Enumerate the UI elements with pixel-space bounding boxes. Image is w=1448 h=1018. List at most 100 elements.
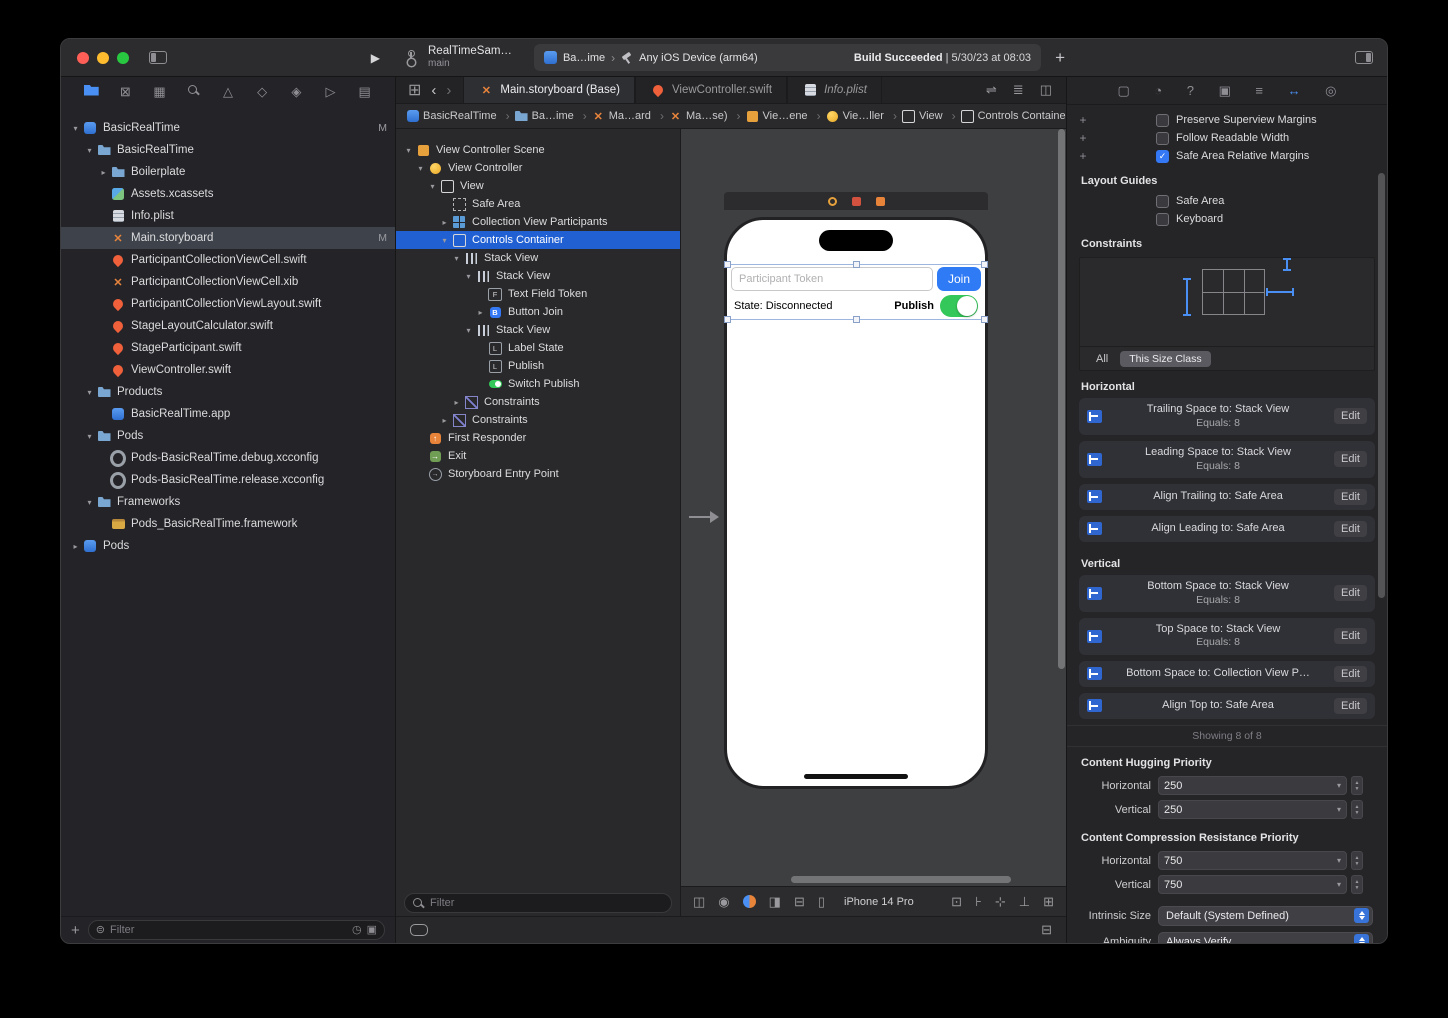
- constraints-diagram-area[interactable]: [1080, 258, 1374, 346]
- outline-item[interactable]: Constraints: [396, 411, 680, 429]
- disclosure-triangle[interactable]: [69, 542, 82, 551]
- selection-handle[interactable]: [853, 316, 860, 323]
- controls-container-view[interactable]: Join State: Disconnected Publish: [727, 264, 985, 320]
- device-icon[interactable]: ▯: [818, 894, 825, 910]
- horizontal-hugging-field[interactable]: 250▾: [1158, 776, 1347, 795]
- file-tree-item[interactable]: ParticipantCollectionViewCell.xib: [61, 271, 395, 293]
- participant-token-field[interactable]: [731, 267, 933, 291]
- report-navigator-icon[interactable]: ▤: [355, 85, 375, 98]
- outline-item[interactable]: Text Field Token: [396, 285, 680, 303]
- constraint-row[interactable]: Bottom Space to: Stack ViewEquals: 8Edit: [1079, 575, 1375, 612]
- add-file-button[interactable]: +: [71, 922, 80, 939]
- minimize-button[interactable]: [97, 52, 109, 64]
- appearance-icon[interactable]: [743, 895, 756, 908]
- stepper-control[interactable]: ▲▼: [1351, 875, 1363, 894]
- add-constraints-icon[interactable]: ⊹: [995, 894, 1006, 910]
- jumpbar-item[interactable]: Ma…ard: [592, 109, 669, 123]
- file-tree-item[interactable]: BasicRealTimeM: [61, 117, 395, 139]
- device-bezels-toggle-icon[interactable]: [410, 924, 428, 936]
- connections-inspector-icon[interactable]: ◎: [1325, 83, 1336, 99]
- outline-item[interactable]: Exit: [396, 447, 680, 465]
- vertical-hugging-field[interactable]: 250▾: [1158, 800, 1347, 819]
- outline-item[interactable]: Storyboard Entry Point: [396, 465, 680, 483]
- stepper-control[interactable]: ▲▼: [1351, 776, 1363, 795]
- forward-button[interactable]: ›: [446, 82, 451, 99]
- debug-navigator-icon[interactable]: ◈: [286, 85, 306, 98]
- file-tree-item[interactable]: Pods-BasicRealTime.debug.xcconfig: [61, 447, 395, 469]
- activity-view[interactable]: Ba…ime › Any iOS Device (arm64) Build Su…: [534, 44, 1041, 71]
- disclosure-triangle[interactable]: [438, 236, 451, 245]
- orientation-icon[interactable]: ◨: [769, 894, 781, 910]
- constraint-row[interactable]: Align Leading to: Safe AreaEdit: [1079, 516, 1375, 542]
- file-tree-item[interactable]: BasicRealTime: [61, 139, 395, 161]
- code-review-icon[interactable]: ⇌: [986, 82, 997, 98]
- outline-item[interactable]: View Controller: [396, 159, 680, 177]
- disclosure-triangle[interactable]: [426, 182, 439, 191]
- constraint-row[interactable]: Leading Space to: Stack ViewEquals: 8Edi…: [1079, 441, 1375, 478]
- outline-filter-input[interactable]: [430, 897, 664, 909]
- disclosure-triangle[interactable]: [438, 218, 451, 227]
- outline-item-selected[interactable]: Controls Container: [396, 231, 680, 249]
- navigator-filter-field[interactable]: ⊜ ◷ ▣: [88, 920, 385, 940]
- constraint-row[interactable]: Align Top to: Safe AreaEdit: [1079, 693, 1375, 719]
- disclosure-triangle[interactable]: [83, 146, 96, 155]
- file-inspector-icon[interactable]: ▢: [1118, 83, 1130, 99]
- outline-item[interactable]: Label State: [396, 339, 680, 357]
- flagged-filter-icon[interactable]: ▣: [367, 925, 377, 936]
- outline-item[interactable]: Button Join: [396, 303, 680, 321]
- disclosure-triangle[interactable]: [83, 432, 96, 441]
- preserve-superview-margins-checkbox[interactable]: ✓: [1156, 114, 1169, 127]
- edit-button[interactable]: Edit: [1334, 698, 1367, 714]
- file-tree-item-selected[interactable]: Main.storyboardM: [61, 227, 395, 249]
- selection-handle[interactable]: [724, 316, 731, 323]
- disclosure-triangle[interactable]: [462, 272, 475, 281]
- constraint-row[interactable]: Bottom Space to: Collection View P…Edit: [1079, 661, 1375, 687]
- tab-info-plist[interactable]: Info.plist: [787, 77, 882, 103]
- disclosure-triangle[interactable]: [83, 498, 96, 507]
- disclosure-triangle[interactable]: [97, 168, 110, 177]
- add-variation-icon[interactable]: +: [1073, 113, 1093, 127]
- edit-button[interactable]: Edit: [1334, 585, 1367, 601]
- jumpbar-item[interactable]: Ba…ime: [515, 109, 592, 123]
- accessibility-icon[interactable]: ◉: [718, 894, 729, 910]
- editor-options-icon[interactable]: ≣: [1013, 82, 1024, 98]
- file-tree-item[interactable]: StageParticipant.swift: [61, 337, 395, 359]
- device-name[interactable]: iPhone 14 Pro: [844, 896, 914, 908]
- intrinsic-size-dropdown[interactable]: Default (System Defined): [1158, 906, 1373, 926]
- outline-item[interactable]: Stack View: [396, 249, 680, 267]
- issue-navigator-icon[interactable]: △: [218, 85, 238, 98]
- file-tree-item[interactable]: Boilerplate: [61, 161, 395, 183]
- selection-handle[interactable]: [981, 261, 988, 268]
- tab-main-storyboard[interactable]: Main.storyboard (Base): [463, 77, 635, 103]
- vertical-scrollbar[interactable]: [1058, 129, 1065, 669]
- file-tree-item[interactable]: Pods: [61, 425, 395, 447]
- outline-toggle-icon[interactable]: ◫: [693, 894, 705, 910]
- tab-viewcontroller-swift[interactable]: ViewController.swift: [635, 77, 787, 103]
- jumpbar-item[interactable]: Vie…ene: [746, 109, 826, 123]
- size-class-all-tab[interactable]: All: [1096, 353, 1108, 365]
- outline-item[interactable]: View Controller Scene: [396, 141, 680, 159]
- quick-help-inspector-icon[interactable]: ?: [1187, 83, 1194, 98]
- add-variation-icon[interactable]: +: [1073, 149, 1093, 163]
- adaptation-icon[interactable]: ⊟: [794, 894, 805, 910]
- disclosure-triangle[interactable]: [474, 308, 487, 317]
- constraint-ibeam[interactable]: [1286, 258, 1288, 271]
- breakpoint-navigator-icon[interactable]: ▷: [321, 85, 341, 98]
- add-variation-icon[interactable]: +: [1073, 131, 1093, 145]
- run-button[interactable]: ▶: [371, 51, 380, 65]
- jumpbar-item[interactable]: View: [902, 109, 961, 123]
- file-tree-item[interactable]: StageLayoutCalculator.swift: [61, 315, 395, 337]
- disclosure-triangle[interactable]: [450, 254, 463, 263]
- outline-filter-field[interactable]: [404, 893, 672, 913]
- file-tree-item[interactable]: Assets.xcassets: [61, 183, 395, 205]
- constraint-ibeam[interactable]: [1266, 291, 1294, 293]
- disclosure-triangle[interactable]: [414, 164, 427, 173]
- inspector-scrollbar[interactable]: [1378, 173, 1385, 598]
- constraint-row[interactable]: Trailing Space to: Stack ViewEquals: 8Ed…: [1079, 398, 1375, 435]
- constraint-row[interactable]: Align Trailing to: Safe AreaEdit: [1079, 484, 1375, 510]
- file-tree-item[interactable]: ParticipantCollectionViewLayout.swift: [61, 293, 395, 315]
- outline-item[interactable]: Constraints: [396, 393, 680, 411]
- jumpbar-item[interactable]: BasicRealTime: [406, 109, 515, 123]
- edit-button[interactable]: Edit: [1334, 628, 1367, 644]
- publish-switch[interactable]: [940, 295, 978, 317]
